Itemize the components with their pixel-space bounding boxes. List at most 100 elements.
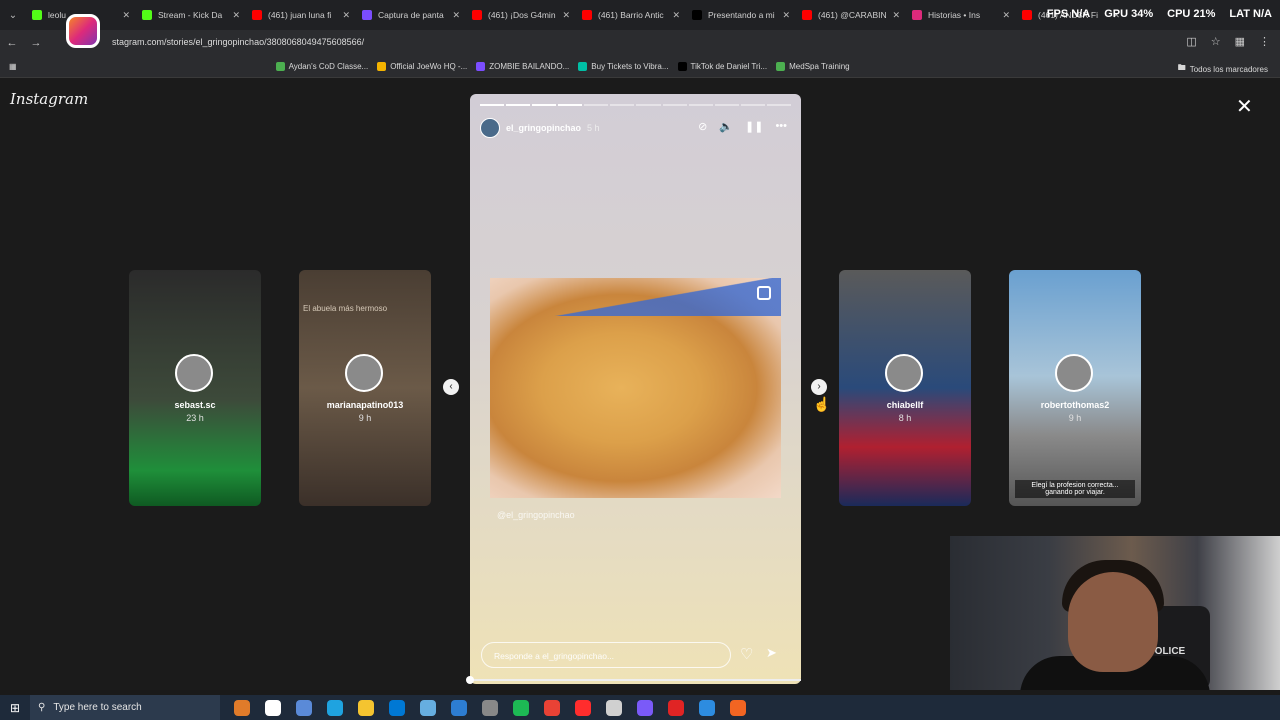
tab-close-icon[interactable]: ✕: [892, 10, 900, 21]
bookmark-item[interactable]: MedSpa Training: [776, 62, 850, 71]
bookmark-item[interactable]: TikTok de Daniel Tri...: [677, 62, 767, 71]
progress-segment: [636, 104, 661, 106]
tab-close-icon[interactable]: ✕: [342, 10, 350, 21]
tab-title: (461) Barrio Antic: [598, 10, 664, 20]
taskbar-app-icon[interactable]: [668, 699, 684, 716]
browser-tab-bar: ⌄ leolu ✕ Stream - Kick Da ✕ (461) juan luna…: [0, 0, 1280, 30]
taskbar-app-icon[interactable]: [327, 699, 343, 716]
taskbar-search[interactable]: ⚲ Type here to search: [30, 695, 220, 720]
bookmark-favicon-icon: [677, 62, 687, 71]
active-story[interactable]: el_gringopinchao 5 h ⊘ 🔈 ❚❚ ••• @el_grin…: [470, 94, 801, 684]
tab-close-icon[interactable]: ✕: [232, 10, 240, 21]
forward-icon[interactable]: →: [24, 37, 48, 49]
bookmark-star-icon[interactable]: ☆: [1211, 35, 1221, 48]
bookmark-favicon-icon: [476, 62, 486, 71]
side-story-time: 23 h: [186, 413, 204, 423]
browser-tab[interactable]: Stream - Kick Da ✕: [136, 2, 246, 28]
taskbar-app-icon[interactable]: [451, 699, 467, 716]
next-story-arrow-icon[interactable]: ›: [811, 379, 827, 395]
taskbar-app-icon[interactable]: [606, 699, 622, 716]
taskbar-app-icon[interactable]: [730, 699, 746, 716]
lat-readout: LAT N/A: [1229, 8, 1272, 20]
story-username[interactable]: el_gringopinchao: [506, 123, 581, 133]
browser-tab[interactable]: (461) ¡Dos G4min ✕: [466, 2, 576, 28]
tab-title: Captura de panta: [378, 10, 444, 20]
browser-tab[interactable]: (461) @CARABIN ✕: [796, 2, 906, 28]
story-reply-input[interactable]: Responde a el_gringopinchao...: [481, 642, 731, 668]
menu-kebab-icon[interactable]: ⋮: [1259, 35, 1270, 48]
pause-icon[interactable]: ❚❚: [745, 120, 763, 133]
install-app-icon[interactable]: ◫: [1186, 35, 1196, 48]
tab-close-icon[interactable]: ✕: [1002, 10, 1010, 21]
story-avatar[interactable]: [480, 118, 500, 138]
browser-tab[interactable]: Presentando a mi ✕: [686, 2, 796, 28]
all-bookmarks-label: Todos los marcadores: [1189, 64, 1268, 74]
bookmark-item[interactable]: Official JoeWo HQ -...: [377, 62, 467, 71]
tab-close-icon[interactable]: ✕: [452, 10, 460, 21]
taskbar-app-icon[interactable]: [575, 699, 591, 716]
muted-audio-icon[interactable]: ⊘: [698, 120, 707, 133]
fps-readout: FPS N/A: [1046, 8, 1091, 20]
story-progress-bar: [480, 104, 791, 106]
close-stories-icon[interactable]: ✕: [1236, 94, 1253, 119]
like-heart-icon[interactable]: ♡: [740, 645, 753, 663]
send-icon[interactable]: ➤: [766, 645, 777, 661]
tab-search-chevron-icon[interactable]: ⌄: [0, 10, 26, 21]
progress-segment: [740, 104, 765, 106]
taskbar-app-icon[interactable]: [420, 699, 436, 716]
taskbar-app-icon[interactable]: [296, 699, 312, 716]
extensions-icon[interactable]: ▦: [1235, 35, 1245, 48]
bookmark-item[interactable]: Aydan's CoD Classe...: [275, 62, 368, 71]
video-progress-handle[interactable]: [466, 676, 474, 684]
taskbar-app-icon[interactable]: [234, 699, 250, 716]
tab-favicon-icon: [472, 10, 482, 20]
progress-segment: [480, 104, 505, 106]
browser-tab[interactable]: (461) juan luna fi ✕: [246, 2, 356, 28]
all-bookmarks-button[interactable]: 🖿 Todos los marcadores: [1178, 62, 1268, 76]
taskbar-app-icon[interactable]: [637, 699, 653, 716]
taskbar-app-icon[interactable]: [699, 699, 715, 716]
tab-close-icon[interactable]: ✕: [562, 10, 570, 21]
performance-overlay: FPS N/A GPU 34% CPU 21% LAT N/A: [1047, 8, 1272, 20]
side-story-avatar: [175, 354, 213, 392]
browser-tab[interactable]: Historias • Ins ✕: [906, 2, 1016, 28]
instagram-app-logo: [66, 14, 100, 48]
mouse-cursor-icon: ☝: [813, 396, 831, 412]
address-bar: ← → stagram.com/stories/el_gringopinchao…: [0, 30, 1280, 56]
tab-close-icon[interactable]: ✕: [782, 10, 790, 21]
bookmarks-bar: ▦ Aydan's CoD Classe... Official JoeWo HQ…: [0, 56, 1280, 78]
taskbar-app-icon[interactable]: [544, 699, 560, 716]
taskbar-app-icon[interactable]: [513, 699, 529, 716]
side-story-username: marianapatino013: [326, 400, 404, 410]
story-mention-tag[interactable]: @el_gringopinchao: [497, 510, 575, 520]
side-story-card[interactable]: sebast.sc 23 h: [129, 270, 261, 506]
tab-favicon-icon: [692, 10, 702, 20]
side-story-username: sebast.sc: [174, 400, 216, 410]
browser-tab[interactable]: (461) Barrio Antic ✕: [576, 2, 686, 28]
url-field[interactable]: stagram.com/stories/el_gringopinchao/380…: [112, 37, 364, 47]
taskbar-app-icon[interactable]: [265, 699, 281, 716]
story-media-image: [490, 278, 781, 498]
tab-close-icon[interactable]: ✕: [672, 10, 680, 21]
search-icon: ⚲: [38, 702, 46, 713]
taskbar-app-icon[interactable]: [482, 699, 498, 716]
side-story-card[interactable]: chiabellf 8 h: [839, 270, 971, 506]
instagram-wordmark[interactable]: Instagram: [10, 90, 88, 108]
bookmark-item[interactable]: ZOMBIE BAILANDO...: [476, 62, 569, 71]
tab-title: Presentando a mi: [708, 10, 775, 20]
apps-grid-icon[interactable]: ▦: [9, 62, 17, 71]
windows-start-icon[interactable]: ⊞: [0, 701, 30, 715]
back-icon[interactable]: ←: [0, 37, 24, 49]
side-story-top-text: El abuela más hermoso: [303, 304, 388, 313]
taskbar-app-icon[interactable]: [358, 699, 374, 716]
taskbar-app-icon[interactable]: [389, 699, 405, 716]
volume-icon[interactable]: 🔈: [719, 120, 733, 133]
side-story-card[interactable]: robertothomas2 9 h Elegí la profesion co…: [1009, 270, 1141, 506]
tab-close-icon[interactable]: ✕: [122, 10, 130, 21]
more-options-icon[interactable]: •••: [775, 120, 787, 133]
bookmark-item[interactable]: Buy Tickets to Vibra...: [578, 62, 669, 71]
browser-tab[interactable]: Captura de panta ✕: [356, 2, 466, 28]
side-story-card[interactable]: El abuela más hermoso marianapatino013 9…: [299, 270, 431, 506]
folder-icon: 🖿: [1177, 63, 1186, 72]
previous-story-arrow-icon[interactable]: ‹: [443, 379, 459, 395]
